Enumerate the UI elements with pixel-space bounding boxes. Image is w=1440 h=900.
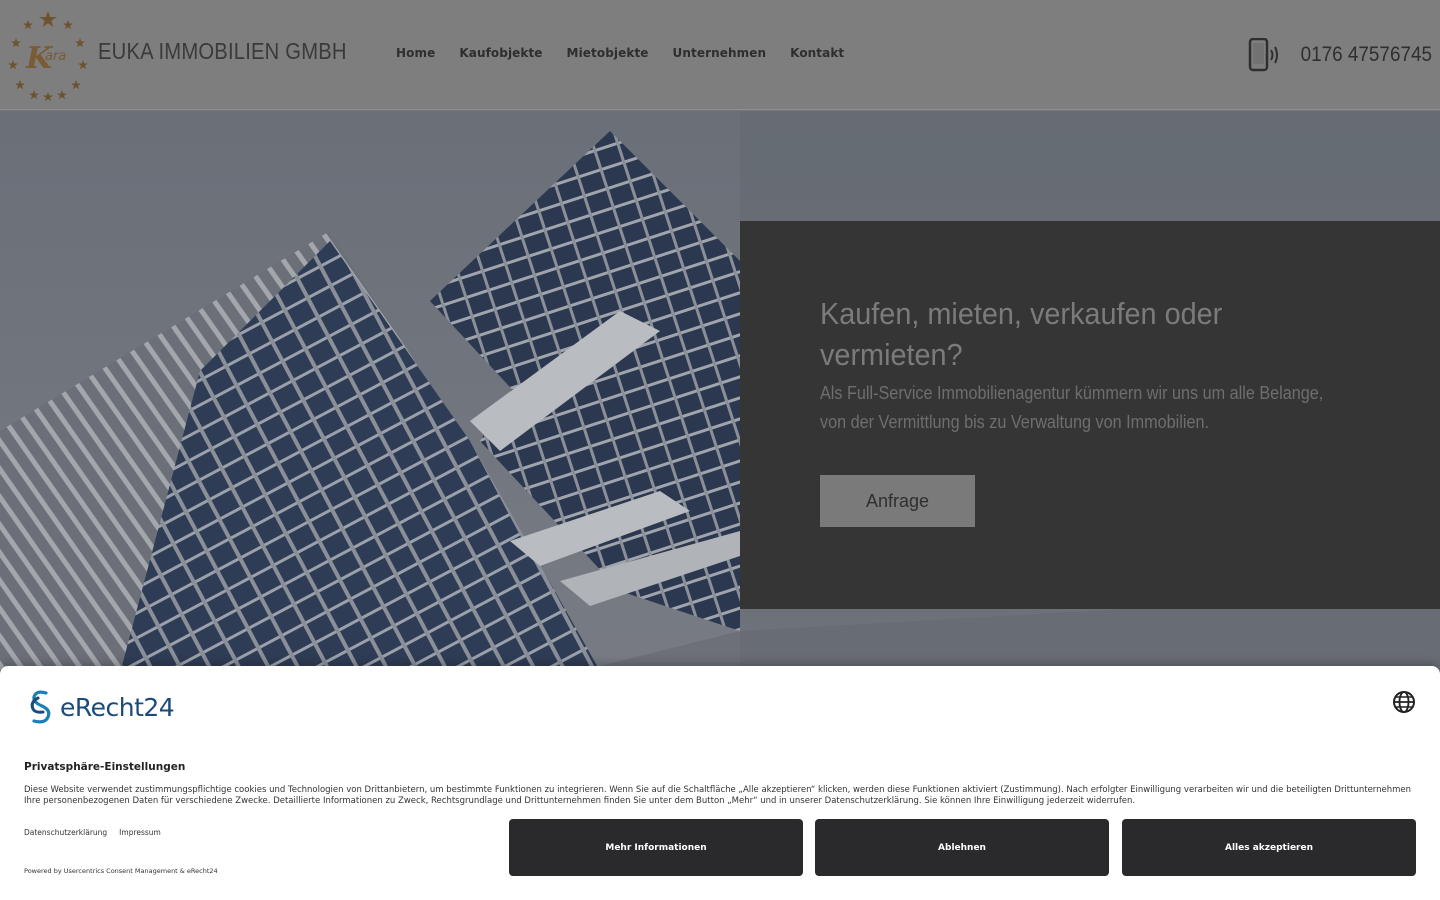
erecht24-logo: eRecht24 [24, 688, 175, 726]
imprint-link[interactable]: Impressum [119, 828, 161, 837]
site-header: K ara EUKA IMMOBILIEN GMBH Home Kaufobje… [0, 0, 1440, 110]
logo-suffix: ara [45, 49, 66, 64]
more-information-button[interactable]: Mehr Informationen [509, 819, 803, 876]
globe-icon[interactable] [1392, 690, 1416, 714]
brand-name[interactable]: EUKA IMMOBILIEN GMBH [98, 38, 347, 65]
accept-all-button[interactable]: Alles akzeptieren [1122, 819, 1416, 876]
nav-mietobjekte[interactable]: Mietobjekte [567, 46, 649, 60]
phone-number[interactable]: 0176 47576745 [1301, 43, 1432, 67]
nav-kaufobjekte[interactable]: Kaufobjekte [459, 46, 542, 60]
phone-contact[interactable]: 0176 47576745 [1248, 38, 1432, 72]
powered-by-text: Powered by Usercentrics Consent Manageme… [24, 867, 218, 875]
smartphone-icon [1248, 38, 1278, 72]
main-navigation: Home Kaufobjekte Mietobjekte Unternehmen… [396, 46, 844, 60]
hero-title: Kaufen, mieten, verkaufen oder vermieten… [820, 296, 1223, 372]
company-logo[interactable]: K ara [6, 8, 90, 102]
inquiry-button[interactable]: Anfrage [820, 475, 975, 527]
section-sign-icon [30, 690, 51, 724]
erecht24-logo-text: eRecht24 [60, 692, 175, 722]
nav-home[interactable]: Home [396, 46, 435, 60]
nav-unternehmen[interactable]: Unternehmen [673, 46, 767, 60]
consent-title: Privatsphäre-Einstellungen [24, 761, 186, 773]
deny-button[interactable]: Ablehnen [815, 819, 1109, 876]
cookie-consent-banner: eRecht24 Privatsphäre-Einstellungen Dies… [0, 666, 1440, 900]
nav-kontakt[interactable]: Kontakt [790, 46, 844, 60]
consent-links: Datenschutzerklärung Impressum [24, 828, 161, 837]
privacy-policy-link[interactable]: Datenschutzerklärung [24, 828, 107, 837]
hero-description: Als Full-Service Immobilienagentur kümme… [820, 383, 1324, 432]
hero-overlay-panel: Kaufen, mieten, verkaufen oder vermieten… [740, 221, 1440, 609]
consent-description: Diese Website verwendet zustimmungspflic… [24, 785, 1412, 806]
